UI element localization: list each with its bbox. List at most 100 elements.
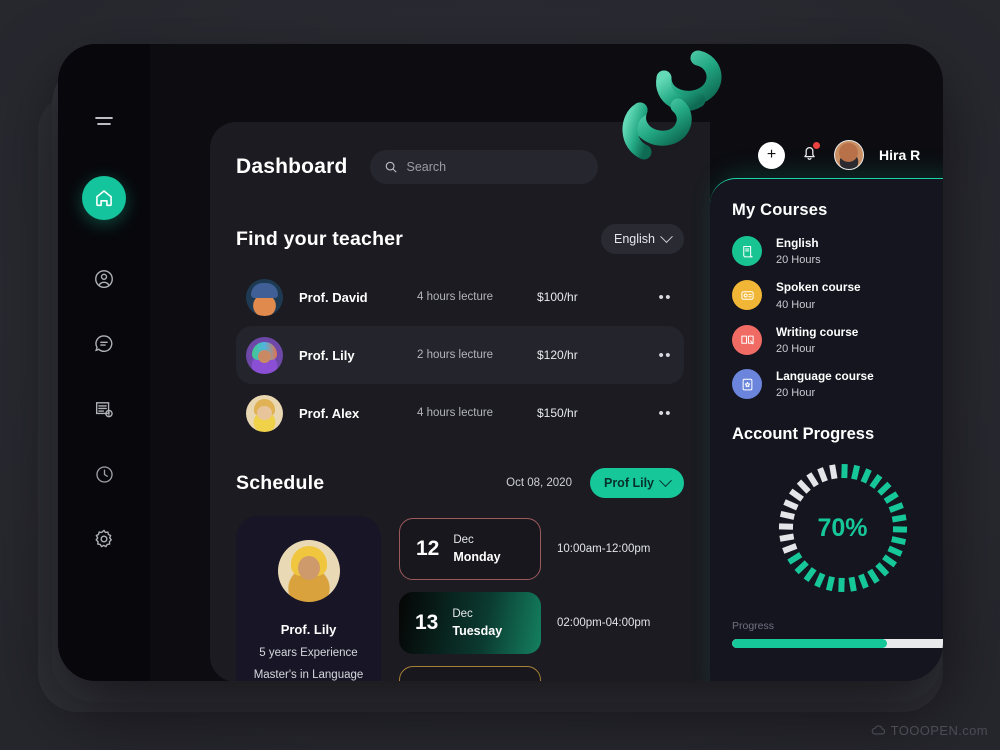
teacher-filter-dropdown[interactable]: Prof Lily xyxy=(589,468,684,498)
avatar xyxy=(246,278,283,316)
day-weekday: Tuesday xyxy=(452,623,503,638)
book-star-icon xyxy=(732,369,762,400)
progress-bar xyxy=(732,639,943,649)
right-panel: My Courses English 20 Hours ⋮ xyxy=(710,178,943,681)
table-row[interactable]: Prof. Alex 4 hours lecture $150/hr •• xyxy=(236,384,684,442)
tablet-frame: Dashboard Search Find your teacher Engli… xyxy=(58,44,943,681)
list-item[interactable]: Writing course 20 Hour ⋮ xyxy=(732,325,943,355)
course-name: Spoken course xyxy=(776,280,861,295)
row-more-icon[interactable]: •• xyxy=(658,406,672,421)
list-item: 14 Dec Wednesday 08:00am-10:00am xyxy=(399,666,684,681)
teacher-price: $150/hr xyxy=(537,406,578,420)
speech-card-icon xyxy=(732,280,762,311)
spiral-decoration xyxy=(622,50,722,160)
schedule-title: Schedule xyxy=(236,471,325,494)
day-month: Dec xyxy=(452,608,473,621)
schedule-date: Oct 08, 2020 xyxy=(506,477,572,489)
row-more-icon[interactable]: •• xyxy=(658,290,672,305)
user-bar: + Hira R xyxy=(758,140,920,170)
avatar xyxy=(246,336,283,374)
teacher-lecture: 2 hours lecture xyxy=(417,349,494,361)
schedule-day-card[interactable]: 13 Dec Tuesday xyxy=(399,592,541,654)
day-month: Dec xyxy=(453,680,522,681)
sidebar-item-history[interactable] xyxy=(83,453,125,495)
find-teacher-title: Find your teacher xyxy=(236,227,404,250)
list-item[interactable]: English 20 Hours ⋮ xyxy=(732,236,943,266)
progress-bar-fill xyxy=(732,639,887,649)
schedule-header: Schedule Oct 08, 2020 Prof Lily xyxy=(236,468,684,498)
teacher-list: Prof. David 4 hours lecture $100/hr •• P… xyxy=(236,268,684,442)
course-list: English 20 Hours ⋮ Spoken course 40 Hour… xyxy=(732,236,943,399)
sidebar-item-messages[interactable] xyxy=(83,323,125,365)
day-number: 13 xyxy=(415,611,439,634)
account-progress-title: Account Progress xyxy=(732,425,875,444)
chevron-down-icon xyxy=(659,473,672,487)
course-hours: 20 Hours xyxy=(776,254,821,267)
day-number: 12 xyxy=(416,537,440,560)
course-name: Writing course xyxy=(776,324,859,339)
course-name: English xyxy=(776,236,819,250)
list-item: 12 Dec Monday 10:00am-12:00pm xyxy=(399,518,684,580)
sidebar-item-assignments[interactable] xyxy=(83,388,125,430)
table-row[interactable]: Prof. David 4 hours lecture $100/hr •• xyxy=(236,268,684,326)
teacher-profile-card: Prof. Lily 5 years Experience Master's i… xyxy=(236,516,381,681)
teacher-name: Prof. Alex xyxy=(299,405,360,421)
row-more-icon[interactable]: •• xyxy=(658,348,672,363)
profile-degree: Master's in Language xyxy=(253,669,364,681)
hamburger-menu-icon[interactable] xyxy=(83,100,125,142)
sidebar-item-settings[interactable] xyxy=(83,518,125,560)
avatar[interactable] xyxy=(834,140,864,170)
search-placeholder: Search xyxy=(406,160,447,174)
day-month: Dec xyxy=(453,534,474,547)
watermark-text: TOOOPEN.com xyxy=(890,723,988,738)
day-time: 02:00pm-04:00pm xyxy=(557,617,651,629)
table-row[interactable]: Prof. Lily 2 hours lecture $120/hr •• xyxy=(236,326,684,384)
scroll-icon xyxy=(732,236,762,267)
teacher-filter-label: Prof Lily xyxy=(603,476,654,490)
day-time: 10:00am-12:00pm xyxy=(557,543,651,555)
kebab-menu-icon[interactable]: ⋮ xyxy=(940,289,943,302)
sidebar-item-home[interactable] xyxy=(82,176,126,220)
teacher-price: $120/hr xyxy=(537,348,578,362)
course-name: Language course xyxy=(776,368,874,383)
watermark: TOOOPEN.com xyxy=(871,723,988,738)
teacher-name: Prof. David xyxy=(299,289,368,305)
progress-bar-label: Progress xyxy=(732,620,775,633)
schedule-day-list: 12 Dec Monday 10:00am-12:00pm 13 Dec Tue… xyxy=(399,516,684,681)
profile-experience: 5 years Experience xyxy=(259,647,358,659)
kebab-menu-icon[interactable]: ⋮ xyxy=(940,377,943,390)
course-hours: 40 Hour xyxy=(776,298,816,311)
find-teacher-header: Find your teacher English xyxy=(236,224,684,254)
day-weekday: Monday xyxy=(453,549,501,564)
teacher-lecture: 4 hours lecture xyxy=(417,407,494,419)
teacher-price: $100/hr xyxy=(537,290,578,304)
cloud-icon xyxy=(871,725,885,735)
list-item[interactable]: Language course 20 Hour ⋮ xyxy=(732,369,943,399)
search-input[interactable]: Search xyxy=(369,150,598,184)
progress-ring: 70% xyxy=(732,458,943,598)
teacher-name: Prof. Lily xyxy=(299,347,355,363)
avatar xyxy=(277,540,340,602)
sidebar-item-profile[interactable] xyxy=(83,258,125,300)
language-filter-label: English xyxy=(614,232,655,246)
kebab-menu-icon[interactable]: ⋮ xyxy=(940,244,943,257)
user-name: Hira R xyxy=(879,147,921,163)
book-pen-icon xyxy=(732,324,762,355)
schedule-body: Prof. Lily 5 years Experience Master's i… xyxy=(236,516,684,681)
schedule-day-card[interactable]: 14 Dec Wednesday xyxy=(399,666,541,681)
add-button[interactable]: + xyxy=(758,141,785,169)
schedule-day-card[interactable]: 12 Dec Monday xyxy=(399,518,541,580)
list-item: 13 Dec Tuesday 02:00pm-04:00pm xyxy=(399,592,684,654)
kebab-menu-icon[interactable]: ⋮ xyxy=(940,333,943,346)
list-item[interactable]: Spoken course 40 Hour ⋮ xyxy=(732,280,943,311)
sidebar xyxy=(58,44,150,681)
search-icon xyxy=(384,160,398,174)
language-filter-dropdown[interactable]: English xyxy=(601,224,684,254)
main-content: Dashboard Search Find your teacher Engli… xyxy=(210,122,710,681)
my-courses-title: My Courses xyxy=(732,201,828,219)
notifications-bell-icon[interactable] xyxy=(800,142,820,167)
avatar xyxy=(246,394,283,432)
progress-percent-label: 70% xyxy=(817,513,868,542)
notification-badge xyxy=(813,142,820,149)
course-hours: 20 Hour xyxy=(776,387,816,400)
